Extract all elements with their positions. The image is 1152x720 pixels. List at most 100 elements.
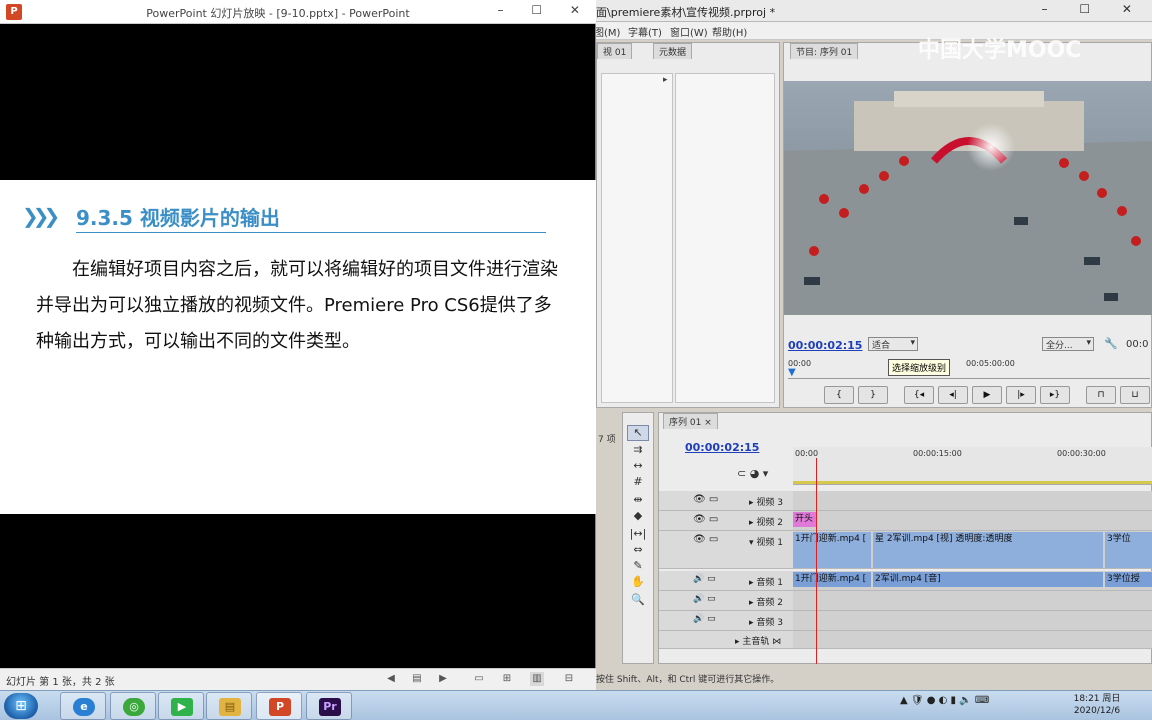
clip-title[interactable]: 开头 (793, 512, 817, 527)
slide-tool-icon[interactable]: ⇔ (627, 543, 649, 559)
tab-metadata[interactable]: 元数据 (653, 43, 693, 59)
program-timecode[interactable]: 00:00:02:15 (788, 339, 862, 352)
taskbar-ie-icon[interactable]: e (60, 692, 106, 720)
project-item-count: 7 项 (598, 435, 616, 445)
mark-out-button[interactable]: } (858, 386, 888, 404)
taskbar-powerpoint-icon[interactable]: P (256, 692, 302, 720)
menu-icon[interactable]: ▤ (410, 672, 424, 686)
clip-audio-1[interactable]: 1开门迎新.mp4 [ (793, 572, 871, 587)
zoom-level-select[interactable]: 适合 ▾ (868, 337, 918, 351)
eye-icon[interactable]: 👁 ▭ (693, 494, 718, 505)
tab-sequence[interactable]: 序列 01 × (663, 413, 718, 429)
menu-title[interactable]: 字幕(T) (628, 24, 662, 39)
track-label: ▸ 主音轨 ⋈ (735, 637, 782, 647)
timeline-playhead[interactable] (816, 458, 817, 664)
menu-window[interactable]: 窗口(W) (670, 24, 708, 39)
program-timecode-right: 00:0 (1126, 339, 1149, 350)
powerpoint-app-icon: P (269, 698, 291, 716)
tab-project[interactable]: 视 01 (597, 43, 633, 59)
next-slide-icon[interactable]: ▶ (436, 672, 450, 686)
clip-video-2[interactable]: 星 2军训.mp4 [视] 透明度:透明度 (873, 532, 1103, 568)
track-select-tool-icon[interactable]: ⇉ (627, 443, 649, 459)
premiere-window-controls[interactable]: – ☐ ✕ (1042, 2, 1146, 16)
track-lane[interactable] (793, 591, 1152, 610)
taskbar-player-icon[interactable]: ▶ (158, 692, 204, 720)
razor-tool-icon[interactable]: ◆ (627, 509, 649, 525)
extract-button[interactable]: ⊔ (1120, 386, 1150, 404)
clip-video-3[interactable]: 3学位 (1105, 532, 1152, 568)
track-lane[interactable] (793, 631, 1152, 648)
track-label: ▸ 音频 3 (749, 618, 783, 628)
speaker-icon[interactable]: 🔊 ▭ (693, 594, 716, 604)
play-button[interactable]: ▶ (972, 386, 1002, 404)
project-panel: 视 01 元数据 ▸ (596, 42, 780, 408)
powerpoint-title: PowerPoint 幻灯片放映 - [9-10.pptx] - PowerPo… (146, 7, 410, 20)
project-bin-list[interactable] (601, 73, 673, 403)
ripple-edit-tool-icon[interactable]: ↔ (627, 459, 649, 475)
clip-label: 2军训.mp4 [视] 透明度:透明度 (886, 534, 1013, 544)
track-lane[interactable]: 1开门迎新.mp4 [ 2军训.mp4 [音] 3学位授 (793, 571, 1152, 590)
timeline-panel: 序列 01 × 00:00:02:15 ⊂ ◕ ▾ 00:00 00:00:15… (658, 412, 1152, 664)
eye-icon[interactable]: 👁 ▭ (693, 534, 718, 545)
track-label: ▾ 视频 1 (749, 538, 783, 548)
speaker-icon[interactable]: 🔊 ▭ (693, 614, 716, 624)
clip-audio-2[interactable]: 2军训.mp4 [音] (873, 572, 1103, 587)
track-lane[interactable] (793, 491, 1152, 510)
slide-sorter-icon[interactable]: ⊞ (500, 672, 514, 686)
taskbar-360-icon[interactable]: ◎ (110, 692, 156, 720)
track-name: 音频 1 (756, 578, 783, 588)
selection-tool-icon[interactable]: ↖ (627, 425, 649, 441)
slip-tool-icon[interactable]: |↔| (627, 527, 649, 543)
timeline-timecode[interactable]: 00:00:02:15 (685, 441, 759, 454)
track-audio-1: 🔊 ▭ ▸ 音频 1 1开门迎新.mp4 [ 2军训.mp4 [音] 3学位授 (659, 571, 1152, 591)
chevron-down-icon: ▾ (1086, 338, 1091, 348)
taskbar-explorer-icon[interactable]: ▤ (206, 692, 252, 720)
track-lane[interactable]: 1开门迎新.mp4 [ 星 2军训.mp4 [视] 透明度:透明度 3学位 (793, 531, 1152, 568)
wrench-icon[interactable]: 🔧 (1104, 337, 1118, 350)
taskbar-premiere-icon[interactable]: Pr (306, 692, 352, 720)
clock[interactable]: 18:21 周日 2020/12/6 (1064, 693, 1130, 717)
clock-date: 2020/12/6 (1073, 706, 1121, 716)
reading-view-icon[interactable]: ▥ (530, 672, 544, 686)
project-bin-detail[interactable] (675, 73, 775, 403)
timeline-ruler[interactable]: 00:00 00:00:15:00 00:00:30:00 (793, 447, 1152, 485)
work-area-bar[interactable] (793, 481, 1152, 484)
clip-video-1[interactable]: 1开门迎新.mp4 [ (793, 532, 871, 568)
track-lane[interactable]: 开头 (793, 511, 1152, 530)
rate-stretch-tool-icon[interactable]: ⇹ (627, 493, 649, 509)
start-button[interactable]: ⊞ (4, 693, 38, 719)
tab-program[interactable]: 节目: 序列 01 (790, 43, 859, 59)
hand-tool-icon[interactable]: ✋ (627, 575, 649, 591)
program-ruler[interactable]: 00:00 00:05:00:00 ▼ (788, 357, 1150, 379)
clip-label: 3学位 (1107, 534, 1131, 544)
normal-view-icon[interactable]: ▭ (472, 672, 486, 686)
track-lane[interactable] (793, 611, 1152, 630)
snap-icon[interactable]: ⊂ ◕ ▾ (737, 467, 768, 480)
rolling-edit-tool-icon[interactable]: # (627, 475, 649, 491)
go-to-out-button[interactable]: ▸} (1040, 386, 1070, 404)
menu-help[interactable]: 帮助(H) (712, 24, 747, 39)
slideshow-icon[interactable]: ⊟ (562, 672, 576, 686)
resolution-select[interactable]: 全分... ▾ (1042, 337, 1094, 351)
lift-button[interactable]: ⊓ (1086, 386, 1116, 404)
speaker-icon[interactable]: 🔊 ▭ (693, 574, 716, 584)
powerpoint-title-bar: P PowerPoint 幻灯片放映 - [9-10.pptx] - Power… (0, 0, 596, 24)
eye-icon[interactable]: 👁 ▭ (693, 514, 718, 525)
zoom-tool-icon[interactable]: 🔍 (627, 593, 649, 609)
mark-in-button[interactable]: { (824, 386, 854, 404)
clip-audio-3[interactable]: 3学位授 (1105, 572, 1152, 587)
system-tray[interactable]: ▲ 🛡 ● ◐ ▮ 🔈 ⌨ (900, 695, 989, 706)
mooc-watermark: 中国大学MOOC (918, 38, 1082, 63)
powerpoint-window: P PowerPoint 幻灯片放映 - [9-10.pptx] - Power… (0, 0, 596, 690)
previous-slide-icon[interactable]: ◀ (384, 672, 398, 686)
pen-tool-icon[interactable]: ✎ (627, 559, 649, 575)
menu-sequence[interactable]: 图(M) (594, 24, 620, 39)
track-name: 视频 2 (756, 518, 783, 528)
step-forward-button[interactable]: |▸ (1006, 386, 1036, 404)
go-to-in-button[interactable]: {◂ (904, 386, 934, 404)
step-back-button[interactable]: ◂| (938, 386, 968, 404)
expand-arrow-icon[interactable]: ▸ (663, 75, 668, 85)
playhead-marker-icon[interactable]: ▼ (788, 367, 796, 378)
powerpoint-window-controls[interactable]: – ☐ ✕ (498, 3, 592, 17)
zoom-level-value: 适合 (872, 341, 891, 351)
